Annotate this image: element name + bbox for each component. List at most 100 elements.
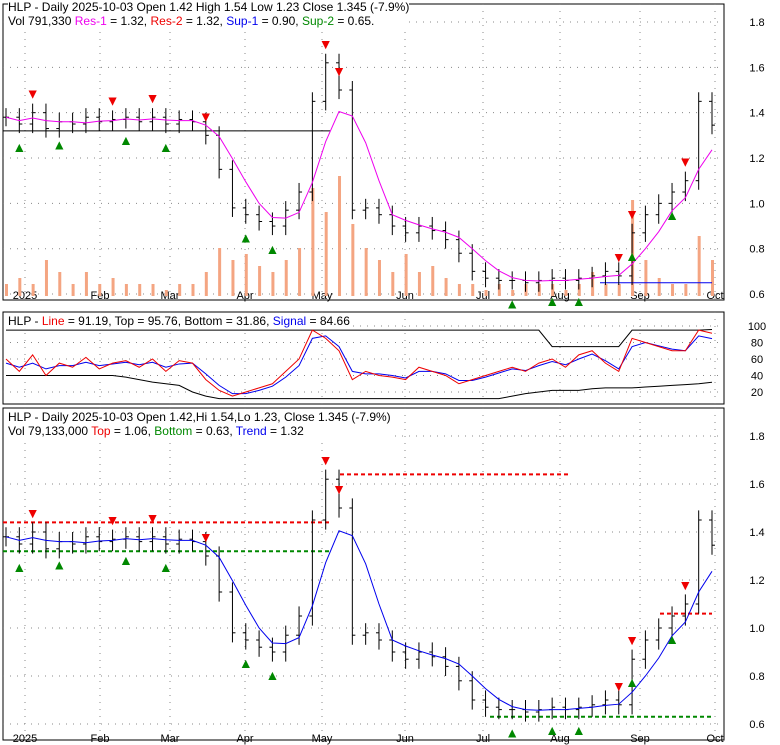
bottom-label: Bottom [154, 424, 193, 438]
panel1-title: HLP - Daily 2025-10-03 Open 1.42 High 1.… [8, 0, 410, 14]
volume-bar [391, 272, 395, 296]
x-tick-label: Oct [706, 733, 723, 745]
price-tick-label: 0.8 [749, 244, 764, 256]
buy-arrow-icon: ▲ [12, 559, 26, 575]
res1-value: = 1.32, [110, 14, 148, 28]
osc-prefix: HLP - [8, 314, 39, 328]
volume-bar [151, 284, 155, 296]
buy-arrow-icon: ▲ [545, 722, 559, 738]
volume-bar [457, 284, 461, 296]
sup1-label: Sup-1 [226, 14, 259, 28]
volume-bar [84, 272, 88, 296]
volume-bar [338, 176, 342, 296]
buy-arrow-icon: ▲ [119, 552, 133, 568]
price-tick-label: 1.2 [749, 153, 764, 165]
osc-bottom-line [6, 375, 713, 400]
sell-arrow-icon: ▼ [332, 481, 346, 497]
volume-bar [364, 248, 368, 296]
sell-arrow-icon: ▼ [612, 678, 626, 694]
top-value: = 1.06, [113, 424, 151, 438]
sell-arrow-icon: ▼ [199, 529, 213, 545]
sell-arrow-icon: ▼ [319, 452, 333, 468]
volume-bar [124, 284, 128, 296]
osc-line-line [5, 329, 713, 397]
volume-bar [351, 224, 355, 296]
volume-bar [604, 284, 608, 296]
x-tick-label: Sep [630, 733, 650, 745]
buy-arrow-icon: ▲ [239, 655, 253, 671]
volume-bar [271, 272, 275, 296]
price-tick-label: 0.6 [749, 719, 764, 731]
panel1-header: HLP - Daily 2025-10-03 Open 1.42 High 1.… [8, 0, 410, 28]
volume-bar [671, 284, 675, 296]
buy-arrow-icon: ▲ [159, 559, 173, 575]
volume-bar [484, 290, 488, 296]
x-tick-label: Jun [396, 733, 414, 745]
buy-arrow-icon: ▲ [265, 667, 279, 683]
volume-bar [404, 254, 408, 296]
buy-arrow-icon: ▲ [52, 557, 66, 573]
sup1-value: = 0.90, [261, 14, 299, 28]
buy-arrow-icon: ▲ [505, 725, 519, 741]
volume-bar [564, 290, 568, 296]
volume-bar [18, 278, 22, 296]
res2-value: = 1.32, [185, 14, 223, 28]
x-tick-label: Jul [476, 733, 490, 745]
x-tick-label: Jul [476, 290, 490, 302]
osc-tick-label: 40 [751, 371, 763, 383]
trend-value: = 1.32 [270, 424, 304, 438]
price-tick-label: 1.0 [749, 623, 764, 635]
moving-average-line [5, 530, 713, 711]
price-tick-label: 1.4 [749, 108, 764, 120]
trend-label: Trend [235, 424, 267, 438]
osc-values: = 91.19, Top = 95.76, Bottom = 31.86, [67, 314, 270, 328]
buy-arrow-icon: ▲ [665, 631, 679, 647]
volume-bar [431, 266, 435, 296]
volume-bar [644, 260, 648, 296]
volume-bar [311, 188, 315, 296]
volume-bar [697, 236, 701, 296]
sell-arrow-icon: ▼ [678, 154, 692, 170]
volume-bar [58, 272, 62, 296]
osc-line-label: Line [41, 314, 65, 328]
volume-bar [244, 254, 248, 296]
price-tick-label: 1.4 [749, 527, 764, 539]
volume-bar [284, 260, 288, 296]
volume-bar [417, 272, 421, 296]
sell-arrow-icon: ▼ [106, 512, 120, 528]
panel2-header: HLP - Line = 91.19, Top = 95.76, Bottom … [8, 314, 350, 328]
x-tick-label: May [312, 733, 333, 745]
volume-bar [711, 260, 714, 296]
volume-bar [44, 260, 48, 296]
volume-bar [684, 284, 688, 296]
volume-bar [258, 266, 262, 296]
price-tick-label: 1.8 [749, 431, 764, 443]
x-tick-label: May [312, 290, 333, 302]
buy-arrow-icon: ▲ [52, 137, 66, 153]
x-tick-label: Apr [236, 733, 253, 745]
sell-arrow-icon: ▼ [678, 577, 692, 593]
x-tick-label: Oct [706, 290, 723, 302]
volume-bar [218, 248, 222, 296]
res1-label: Res-1 [74, 14, 107, 28]
sell-arrow-icon: ▼ [319, 36, 333, 52]
price-tick-label: 1.8 [749, 17, 764, 29]
osc-tick-label: 20 [751, 387, 763, 399]
panel3-volume: Vol 79,133,000 [8, 424, 89, 438]
sell-arrow-icon: ▼ [26, 505, 40, 521]
sell-arrow-icon: ▼ [146, 90, 160, 106]
volume-bar [617, 284, 621, 296]
buy-arrow-icon: ▲ [239, 230, 253, 246]
sell-arrow-icon: ▼ [106, 92, 120, 108]
osc-tick-label: 100 [748, 321, 766, 333]
panel3-header: HLP - Daily 2025-10-03 Open 1.42,Hi 1.54… [8, 410, 391, 438]
sell-arrow-icon: ▼ [612, 249, 626, 265]
volume-bar [444, 278, 448, 296]
volume-bar [5, 284, 8, 296]
buy-arrow-icon: ▲ [572, 722, 586, 738]
x-tick-label: Feb [91, 733, 110, 745]
volume-bar [231, 260, 235, 296]
price-tick-label: 1.6 [749, 62, 764, 74]
buy-arrow-icon: ▲ [545, 293, 559, 309]
buy-arrow-icon: ▲ [505, 295, 519, 311]
